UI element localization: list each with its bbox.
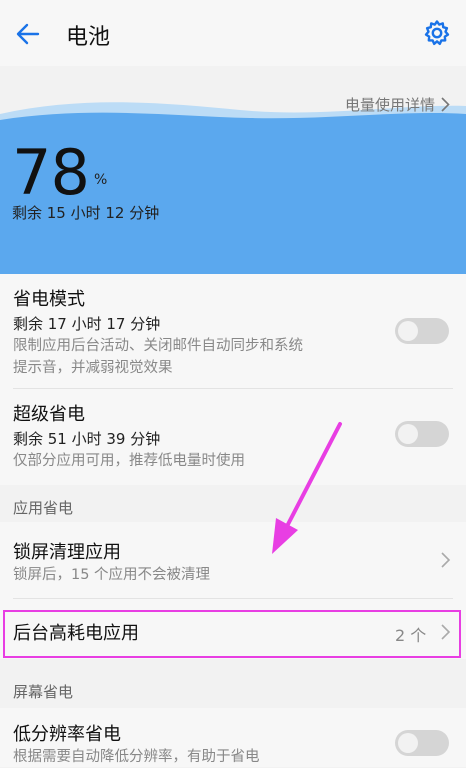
chevron-right-icon [441,97,450,112]
screen-saving-group: 低分辨率省电 根据需要自动降低分辨率，有助于省电 [0,708,466,767]
section-screen-saving: 屏幕省电 [13,683,74,701]
low-res-desc: 根据需要自动降低分辨率，有助于省电 [13,749,260,765]
power-saving-desc-line1: 限制应用后台活动、关闭邮件自动同步和系统 [13,338,303,354]
usage-details-link[interactable]: 电量使用详情 [345,94,450,115]
power-saving-title: 省电模式 [13,289,85,310]
usage-details-label: 电量使用详情 [344,96,435,114]
power-saving-row[interactable]: 省电模式 剩余 17 小时 17 分钟 限制应用后台活动、关闭邮件自动同步和系统… [0,274,466,388]
gear-icon[interactable] [423,19,451,47]
low-res-toggle[interactable] [395,730,449,756]
power-saving-desc-line2: 提示音，并减弱视觉效果 [13,360,173,376]
page-title: 电池 [66,25,111,50]
toggle-knob [398,733,418,753]
arrow-left-icon[interactable] [14,20,42,48]
highlight-box [3,610,461,658]
ultra-saving-row[interactable]: 超级省电 剩余 51 小时 39 分钟 仅部分应用可用，推荐低电量时使用 [0,389,466,485]
ultra-saving-desc: 仅部分应用可用，推荐低电量时使用 [13,453,245,469]
power-saving-remaining: 剩余 17 小时 17 分钟 [13,315,161,333]
lock-cleanup-title: 锁屏清理应用 [13,542,121,563]
app-header: 电池 [0,0,466,66]
chevron-right-icon [441,552,451,568]
power-mode-group: 省电模式 剩余 17 小时 17 分钟 限制应用后台活动、关闭邮件自动同步和系统… [0,274,466,485]
lock-cleanup-desc: 锁屏后，15 个应用不会被清理 [13,567,211,583]
toggle-knob [398,424,418,444]
low-res-row[interactable]: 低分辨率省电 根据需要自动降低分辨率，有助于省电 [0,708,466,767]
toggle-knob [398,321,418,341]
power-saving-toggle[interactable] [395,318,449,344]
ultra-saving-remaining: 剩余 51 小时 39 分钟 [13,430,161,448]
battery-remaining: 剩余 15 小时 12 分钟 [12,204,160,222]
lock-cleanup-row[interactable]: 锁屏清理应用 锁屏后，15 个应用不会被清理 [0,522,466,598]
percent-sign: % [94,172,108,188]
annotation-arrow-icon [272,422,342,554]
ultra-saving-title: 超级省电 [13,404,85,425]
ultra-saving-toggle[interactable] [395,421,449,447]
low-res-title: 低分辨率省电 [13,724,121,745]
battery-percent: 78 [12,136,90,209]
section-app-saving: 应用省电 [13,499,74,517]
